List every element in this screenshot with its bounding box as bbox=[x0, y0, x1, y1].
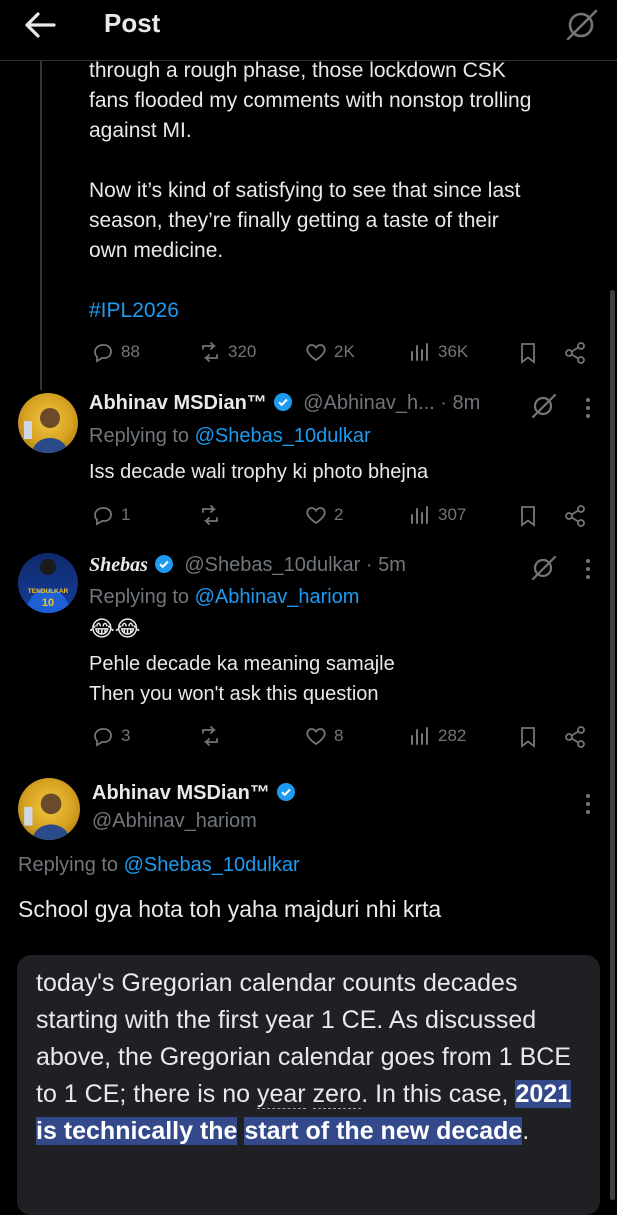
reply-button[interactable]: 88 bbox=[91, 340, 140, 364]
like-button[interactable]: 2K bbox=[304, 340, 355, 364]
views-icon bbox=[411, 506, 428, 524]
avatar-figure bbox=[24, 793, 70, 840]
handle-time: @Shebas_10dulkar · 5m bbox=[184, 554, 406, 576]
verified-badge-icon bbox=[276, 783, 295, 801]
repost-button[interactable] bbox=[198, 724, 222, 748]
reply-button[interactable]: 3 bbox=[91, 724, 130, 748]
reply-icon bbox=[94, 728, 112, 747]
repost-icon bbox=[202, 505, 218, 525]
heart-icon bbox=[306, 344, 326, 362]
grok-icon[interactable] bbox=[531, 393, 557, 419]
main-post-line: own medicine. bbox=[89, 239, 224, 262]
grok-icon[interactable] bbox=[565, 8, 599, 42]
reply-icon bbox=[94, 507, 112, 526]
avatar-figure bbox=[24, 408, 68, 453]
bookmark-icon[interactable] bbox=[516, 341, 540, 365]
image-text-part bbox=[306, 1080, 313, 1108]
author-name[interactable]: Abhinav MSDian™ bbox=[92, 782, 270, 804]
attached-image-text: today's Gregorian calendar counts decade… bbox=[36, 965, 596, 1150]
author-name[interactable]: Abhinav MSDian™ bbox=[89, 392, 267, 414]
reply-count: 1 bbox=[121, 505, 131, 524]
focus-author: Abhinav MSDian™ bbox=[92, 782, 296, 805]
repost-button[interactable]: 320 bbox=[198, 340, 256, 364]
author-name[interactable]: Shebas bbox=[89, 554, 148, 576]
author-handle[interactable]: @Abhinav_hariom bbox=[92, 810, 257, 833]
views-count: 36K bbox=[438, 342, 469, 361]
grok-icon[interactable] bbox=[531, 555, 557, 581]
main-post-line: season, they’re finally getting a taste … bbox=[89, 209, 499, 232]
like-count: 2K bbox=[334, 342, 355, 361]
avatar-jersey-number: 10 bbox=[42, 597, 54, 609]
bookmark-icon[interactable] bbox=[516, 725, 540, 749]
views-count: 307 bbox=[438, 505, 467, 524]
repost-icon bbox=[202, 342, 218, 362]
hashtag-link[interactable]: #IPL2026 bbox=[89, 296, 531, 326]
reply2-line: Pehle decade ka meaning samajle bbox=[89, 653, 395, 675]
repost-button[interactable] bbox=[198, 503, 222, 527]
verified-badge-icon bbox=[154, 555, 173, 573]
main-post-text: through a rough phase, those lockdown CS… bbox=[89, 56, 531, 326]
avatar[interactable]: TENDULKAR 10 bbox=[18, 553, 78, 613]
top-bar: Post bbox=[0, 0, 617, 61]
views-icon bbox=[411, 727, 428, 745]
more-options-icon[interactable] bbox=[585, 558, 591, 580]
reply2-line: Then you won't ask this question bbox=[89, 683, 379, 705]
mention-link[interactable]: @Shebas_10dulkar bbox=[195, 425, 371, 447]
replying-prefix: Replying to bbox=[18, 854, 119, 876]
heart-icon bbox=[306, 507, 326, 525]
share-icon[interactable] bbox=[563, 341, 587, 365]
views-button[interactable]: 36K bbox=[408, 340, 468, 364]
repost-icon bbox=[202, 726, 218, 746]
replying-to: Replying to @Abhinav_hariom bbox=[89, 586, 359, 609]
main-post-line: against MI. bbox=[89, 119, 192, 142]
repost-count: 320 bbox=[228, 342, 257, 361]
replying-to: Replying to @Shebas_10dulkar bbox=[18, 854, 300, 877]
like-count: 8 bbox=[334, 726, 344, 745]
mention-link[interactable]: @Shebas_10dulkar bbox=[124, 854, 300, 876]
more-options-icon[interactable] bbox=[585, 397, 591, 419]
bookmark-icon[interactable] bbox=[516, 504, 540, 528]
back-arrow-icon[interactable] bbox=[22, 10, 58, 40]
heart-icon bbox=[306, 728, 326, 746]
main-post-line: fans flooded my comments with nonstop tr… bbox=[89, 89, 532, 112]
page-title: Post bbox=[104, 8, 161, 38]
like-button[interactable]: 2 bbox=[304, 503, 343, 527]
avatar-jersey: TENDULKAR 10 bbox=[26, 559, 70, 613]
replying-prefix: Replying to bbox=[89, 586, 190, 608]
image-text-highlight: start of the new decade bbox=[244, 1117, 523, 1145]
main-post-line: Now it’s kind of satisfying to see that … bbox=[89, 179, 521, 202]
focus-post-text: School gya hota toh yaha majduri nhi krt… bbox=[18, 896, 442, 922]
like-count: 2 bbox=[334, 505, 344, 524]
verified-badge-icon bbox=[273, 393, 292, 411]
handle-time: @Abhinav_h... · 8m bbox=[303, 392, 481, 414]
reply-button[interactable]: 1 bbox=[91, 503, 130, 527]
views-count: 282 bbox=[438, 726, 467, 745]
like-button[interactable]: 8 bbox=[304, 724, 343, 748]
reply-count: 88 bbox=[121, 342, 140, 361]
image-text-underlined: zero bbox=[312, 1080, 362, 1109]
more-options-icon[interactable] bbox=[585, 793, 591, 815]
reply1-text: Iss decade wali trophy ki photo bhejna bbox=[89, 461, 429, 483]
thread-connector bbox=[40, 60, 42, 390]
replying-prefix: Replying to bbox=[89, 425, 190, 447]
reply-icon bbox=[94, 344, 112, 363]
views-button[interactable]: 307 bbox=[408, 503, 466, 527]
avatar[interactable] bbox=[18, 393, 78, 453]
views-icon bbox=[411, 343, 428, 361]
mention-link[interactable]: @Abhinav_hariom bbox=[195, 586, 360, 608]
share-icon[interactable] bbox=[563, 504, 587, 528]
reply2-header: Shebas @Shebas_10dulkar · 5m bbox=[89, 554, 406, 577]
scrollbar[interactable] bbox=[610, 290, 615, 1200]
image-text-part: . In this case, bbox=[361, 1080, 516, 1108]
emoji-text: 😂😂 bbox=[89, 616, 141, 641]
share-icon[interactable] bbox=[563, 725, 587, 749]
image-text-underlined: year bbox=[256, 1080, 306, 1109]
reply-count: 3 bbox=[121, 726, 131, 745]
avatar[interactable] bbox=[18, 778, 80, 840]
views-button[interactable]: 282 bbox=[408, 724, 466, 748]
image-text-part: . bbox=[522, 1117, 530, 1145]
replying-to: Replying to @Shebas_10dulkar bbox=[89, 425, 371, 448]
reply2-text: Pehle decade ka meaning samajle Then you… bbox=[89, 649, 395, 709]
avatar-jersey-name: TENDULKAR bbox=[28, 588, 69, 595]
